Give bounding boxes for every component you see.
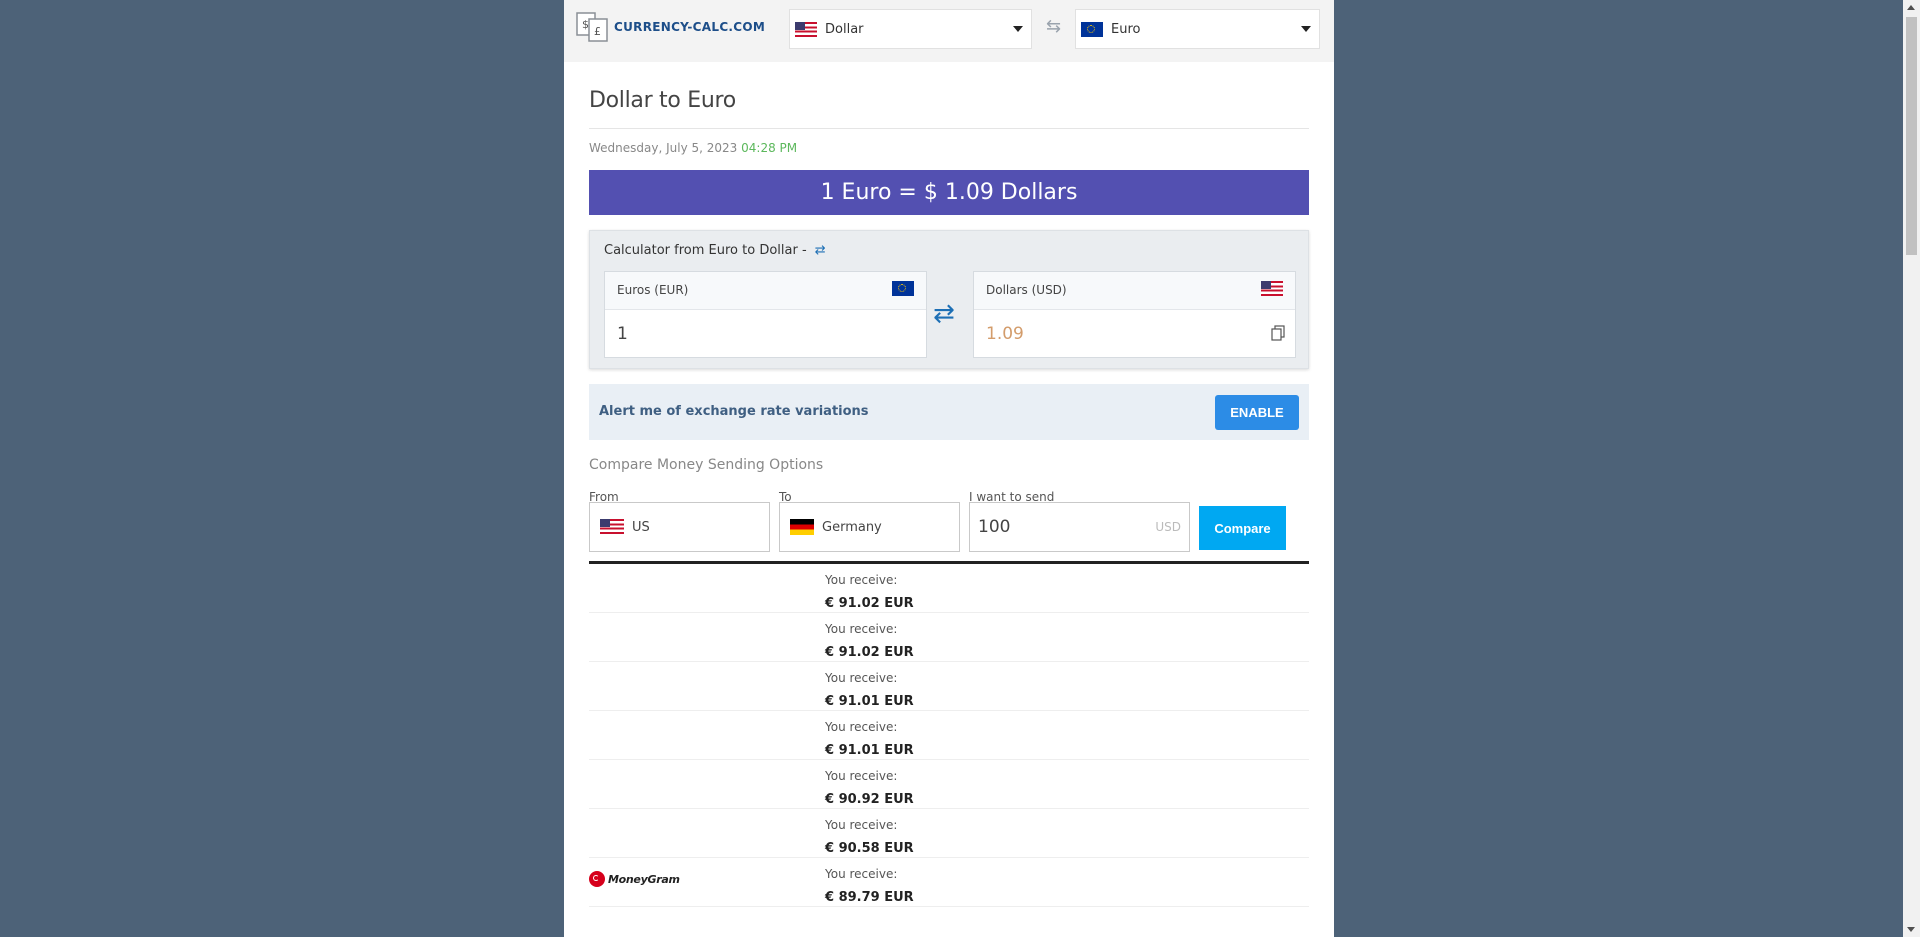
from-amount-label: Euros (EUR) [617, 283, 689, 297]
rate-alert-text: Alert me of exchange rate variations [599, 404, 869, 419]
time-text: 04:28 PM [741, 141, 798, 155]
to-currency-select[interactable]: Euro [1075, 9, 1320, 49]
main-content: Dollar to Euro Wednesday, July 5, 2023 0… [589, 62, 1309, 907]
to-amount-result: 1.09 [986, 324, 1024, 344]
svg-text:£: £ [594, 25, 601, 38]
from-country-value: US [632, 519, 650, 535]
compare-form: From US To Germany I want to send 100 US… [589, 490, 1309, 568]
svg-text:$: $ [582, 18, 589, 31]
scroll-down-icon[interactable] [1907, 927, 1915, 932]
from-currency-label: Dollar [825, 21, 864, 37]
to-amount-box: Dollars (USD) 1.09 [973, 271, 1296, 358]
receive-label: You receive: [825, 671, 898, 685]
page-title: Dollar to Euro [589, 88, 736, 113]
chevron-down-icon [1013, 26, 1023, 32]
rate-banner: 1 Euro = $ 1.09 Dollars [589, 170, 1309, 215]
to-currency-label: Euro [1111, 21, 1141, 37]
us-flag-icon [795, 21, 817, 37]
copy-icon[interactable] [1271, 325, 1285, 341]
chevron-down-icon [1301, 26, 1311, 32]
moneygram-logo: MoneyGram [589, 871, 680, 887]
calculator-title-text: Calculator from Euro to Dollar - [604, 243, 807, 258]
receive-amount: € 90.58 EUR [825, 841, 914, 856]
swap-currencies-icon[interactable]: ⇆ [1046, 16, 1061, 37]
receive-amount: € 91.01 EUR [825, 694, 914, 709]
us-flag-icon [1261, 281, 1283, 296]
receive-amount: € 90.92 EUR [825, 792, 914, 807]
page-scrollbar[interactable] [1903, 0, 1920, 937]
swap-direction-icon[interactable]: ⇄ [933, 299, 955, 329]
title-divider [589, 128, 1309, 129]
result-row[interactable]: MoneyGram You receive: € 89.79 EUR [589, 858, 1309, 907]
receive-amount: € 89.79 EUR [825, 890, 914, 905]
result-row[interactable]: You receive: € 90.58 EUR [589, 809, 1309, 858]
to-country-value: Germany [822, 519, 882, 535]
rate-alert-bar: Alert me of exchange rate variations ENA… [589, 384, 1309, 440]
to-country-select[interactable]: Germany [779, 502, 960, 552]
receive-label: You receive: [825, 720, 898, 734]
send-amount-input[interactable]: 100 USD [969, 502, 1190, 552]
to-amount-label: Dollars (USD) [986, 283, 1067, 297]
send-amount-unit: USD [1155, 520, 1181, 534]
from-amount-input[interactable]: 1 [617, 324, 628, 344]
receive-label: You receive: [825, 573, 898, 587]
result-row[interactable]: You receive: € 91.01 EUR [589, 711, 1309, 760]
eu-flag-icon [892, 281, 914, 296]
compare-title: Compare Money Sending Options [589, 457, 824, 473]
result-row[interactable]: You receive: € 91.02 EUR [589, 613, 1309, 662]
currency-logo-icon: $ £ [576, 12, 608, 42]
receive-amount: € 91.02 EUR [825, 596, 914, 611]
eu-flag-icon [1081, 21, 1103, 37]
from-amount-box: Euros (EUR) 1 [604, 271, 927, 358]
date-text: Wednesday, July 5, 2023 [589, 141, 738, 155]
logo-text: CURRENCY-CALC.COM [614, 20, 766, 34]
compare-button[interactable]: Compare [1199, 506, 1286, 550]
calculator-title: Calculator from Euro to Dollar - ⇄ [604, 243, 826, 258]
receive-label: You receive: [825, 867, 898, 881]
receive-label: You receive: [825, 769, 898, 783]
result-row[interactable]: You receive: € 91.01 EUR [589, 662, 1309, 711]
send-amount-value: 100 [978, 517, 1011, 537]
from-currency-select[interactable]: Dollar [789, 9, 1032, 49]
to-amount-header: Dollars (USD) [974, 272, 1295, 310]
germany-flag-icon [790, 519, 814, 535]
receive-label: You receive: [825, 818, 898, 832]
result-row[interactable]: You receive: € 90.92 EUR [589, 760, 1309, 809]
site-header: $ £ CURRENCY-CALC.COM Dollar ⇆ Euro [564, 0, 1334, 62]
us-flag-icon [600, 519, 624, 535]
site-logo[interactable]: $ £ CURRENCY-CALC.COM [576, 12, 765, 42]
provider-name: MoneyGram [608, 872, 680, 886]
results-list: You receive: € 91.02 EUR You receive: € … [589, 564, 1309, 907]
scroll-thumb[interactable] [1906, 17, 1917, 255]
from-country-select[interactable]: US [589, 502, 770, 552]
receive-amount: € 91.02 EUR [825, 645, 914, 660]
result-row[interactable]: You receive: € 91.02 EUR [589, 564, 1309, 613]
enable-alert-button[interactable]: ENABLE [1215, 395, 1299, 430]
page-container: $ £ CURRENCY-CALC.COM Dollar ⇆ Euro Doll… [564, 0, 1334, 937]
swap-icon[interactable]: ⇄ [815, 243, 826, 258]
receive-label: You receive: [825, 622, 898, 636]
date-line: Wednesday, July 5, 2023 04:28 PM [589, 141, 1309, 155]
from-amount-header: Euros (EUR) [605, 272, 926, 310]
moneygram-icon [589, 871, 605, 887]
receive-amount: € 91.01 EUR [825, 743, 914, 758]
calculator-panel: Calculator from Euro to Dollar - ⇄ Euros… [589, 230, 1309, 369]
scroll-up-icon[interactable] [1907, 5, 1915, 10]
